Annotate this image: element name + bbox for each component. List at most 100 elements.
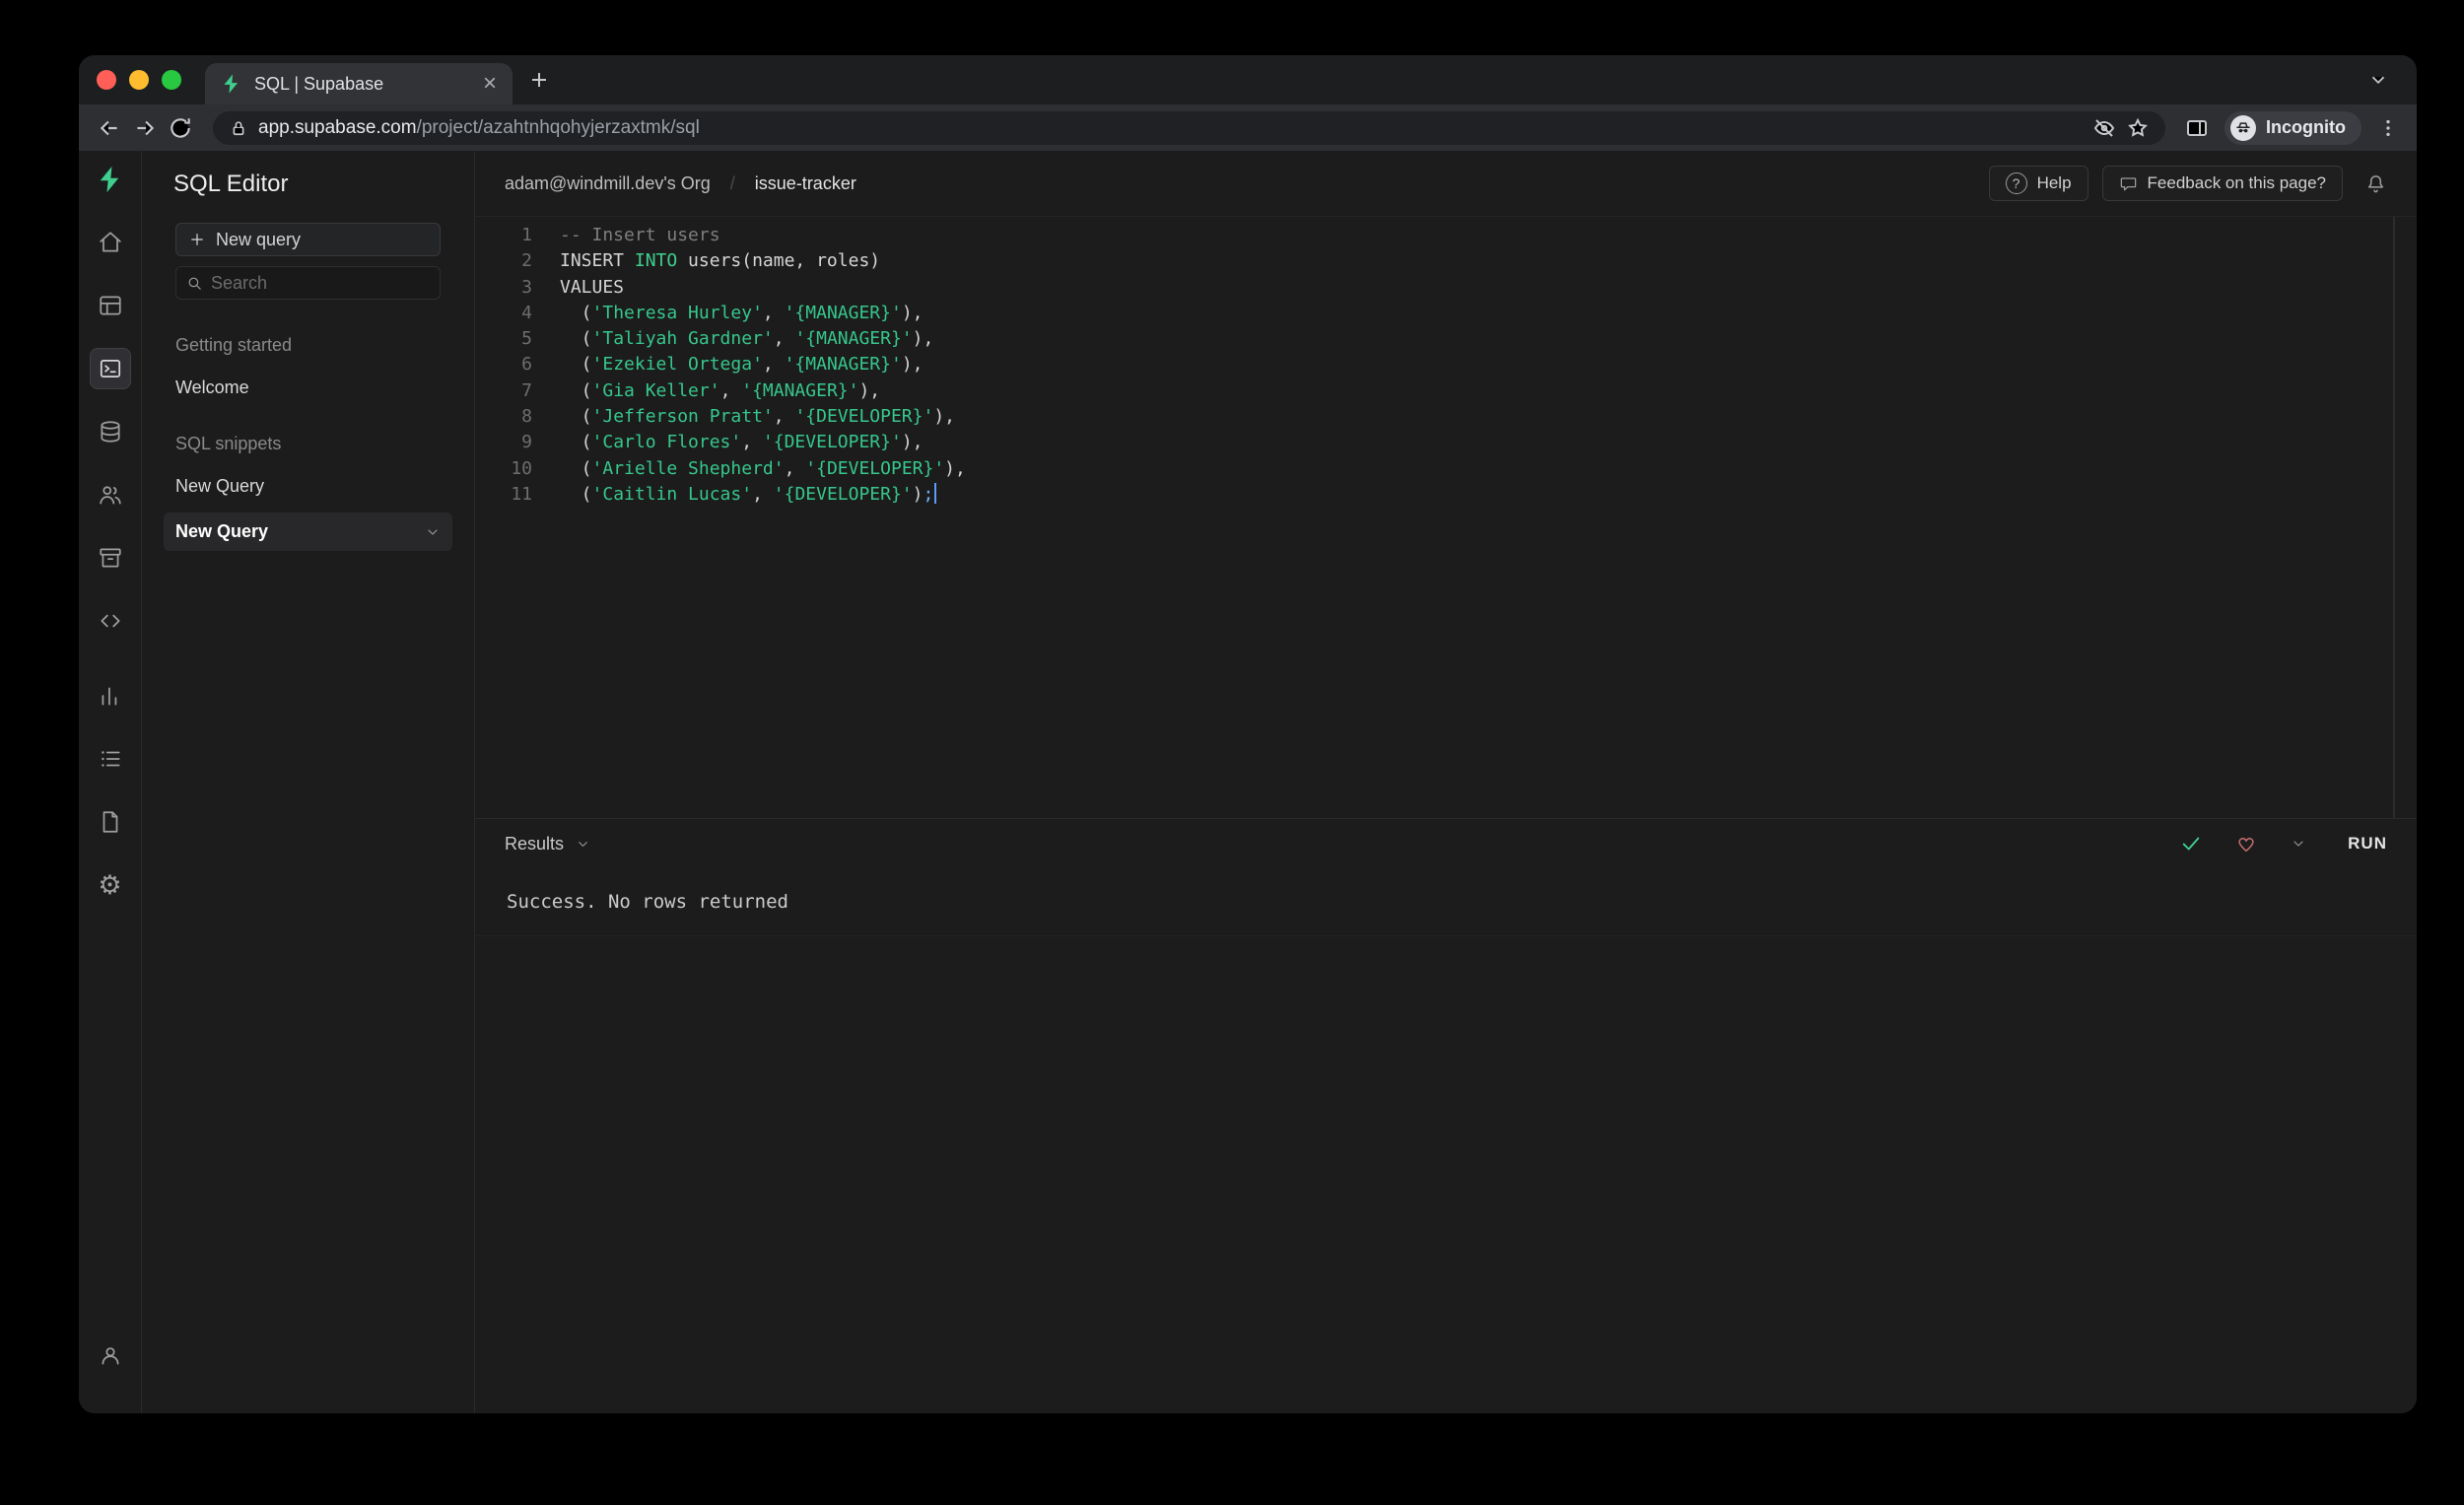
side-panel-icon[interactable]: [2185, 116, 2209, 140]
code-line-10[interactable]: 10 ('Arielle Shepherd', '{DEVELOPER}'),: [475, 456, 2417, 482]
home-icon[interactable]: [90, 222, 131, 263]
code-line-5[interactable]: 5 ('Taliyah Gardner', '{MANAGER}'),: [475, 326, 2417, 352]
table-editor-icon[interactable]: [90, 285, 131, 326]
close-window-button[interactable]: [97, 70, 116, 90]
tab-search-chevron-icon[interactable]: [2367, 69, 2389, 91]
toolbar-right: Incognito: [2185, 110, 2399, 145]
help-icon: ?: [2005, 172, 2027, 194]
new-tab-button[interactable]: [527, 68, 551, 92]
incognito-badge[interactable]: Incognito: [2224, 110, 2361, 145]
bookmark-star-icon[interactable]: [2126, 116, 2150, 140]
docs-icon[interactable]: [90, 801, 131, 843]
url-path: /project/azahtnhqohyjerzaxtmk/sql: [416, 116, 700, 138]
line-number: 4: [521, 302, 532, 323]
section-label-getting-started: Getting started: [175, 335, 293, 355]
browser-tab[interactable]: SQL | Supabase ×: [205, 63, 513, 104]
results-actions: RUN: [2180, 833, 2387, 855]
code-lines[interactable]: 1 -- Insert users 2 INSERT INTO users(name,…: [475, 223, 2417, 508]
sql-editor-icon[interactable]: [89, 348, 131, 389]
line-number: 6: [521, 354, 532, 376]
settings-gear-icon[interactable]: ⚙: [90, 864, 131, 906]
search-icon: [186, 275, 203, 292]
edge-functions-icon[interactable]: [90, 600, 131, 642]
line-number: 7: [521, 379, 532, 401]
results-bar: Results RUN: [475, 818, 2417, 868]
feedback-button[interactable]: Feedback on this page?: [2101, 166, 2343, 201]
feedback-bubble-icon: [2119, 174, 2138, 193]
storage-icon[interactable]: [90, 537, 131, 579]
code-line-11[interactable]: 11 ('Caitlin Lucas', '{DEVELOPER}');: [475, 482, 2417, 508]
line-number: 1: [521, 225, 532, 245]
supabase-app: ⚙ SQL Editor New query Gettin: [79, 151, 2417, 1413]
browser-window: SQL | Supabase × app.supabase.com/projec…: [79, 55, 2417, 1413]
incognito-icon: [2230, 114, 2257, 141]
new-query-button-label: New query: [216, 229, 302, 249]
text-cursor: [934, 482, 937, 504]
help-button[interactable]: ? Help: [1988, 166, 2088, 201]
code-line-3[interactable]: 3 VALUES: [475, 275, 2417, 301]
sql-code-editor[interactable]: 1 -- Insert users 2 INSERT INTO users(name,…: [475, 217, 2417, 818]
code-line-8[interactable]: 8 ('Jefferson Pratt', '{DEVELOPER}'),: [475, 404, 2417, 430]
search-box[interactable]: [175, 266, 441, 300]
line-number: 3: [521, 276, 532, 298]
query-result-message: Success. No rows returned: [475, 868, 2417, 936]
sidebar-item-welcome[interactable]: Welcome: [175, 377, 441, 398]
notifications-bell-icon[interactable]: [2364, 172, 2387, 195]
results-tab[interactable]: Results: [505, 834, 590, 855]
new-query-button[interactable]: New query: [175, 223, 441, 256]
breadcrumb-org[interactable]: adam@windmill.dev's Org: [505, 173, 711, 194]
minimize-window-button[interactable]: [129, 70, 149, 90]
fullscreen-window-button[interactable]: [162, 70, 181, 90]
lock-icon: [229, 118, 248, 138]
database-icon[interactable]: [90, 411, 131, 452]
help-label: Help: [2036, 173, 2072, 192]
favorite-heart-icon[interactable]: [2235, 833, 2257, 855]
search-input[interactable]: [211, 272, 430, 294]
url-text: app.supabase.com/project/azahtnhqohyjerz…: [258, 117, 700, 139]
code-line-6[interactable]: 6 ('Ezekiel Ortega', '{MANAGER}'),: [475, 352, 2417, 377]
logs-icon[interactable]: [90, 738, 131, 780]
editor-scrollbar[interactable]: [2393, 217, 2395, 818]
main-panel: adam@windmill.dev's Org / issue-tracker …: [475, 151, 2417, 1413]
cookies-blocked-eye-icon[interactable]: [2092, 116, 2116, 140]
code-line-7[interactable]: 7 ('Gia Keller', '{MANAGER}'),: [475, 378, 2417, 404]
code-line-9[interactable]: 9 ('Carlo Flores', '{DEVELOPER}'),: [475, 430, 2417, 455]
reload-button[interactable]: [168, 115, 193, 141]
supabase-favicon: [221, 73, 242, 95]
address-bar[interactable]: app.supabase.com/project/azahtnhqohyjerz…: [213, 110, 2166, 145]
nav-rail: ⚙: [79, 151, 142, 1413]
traffic-lights: [97, 70, 181, 90]
tab-close-icon[interactable]: ×: [483, 72, 497, 96]
results-chevron-icon: [579, 841, 587, 847]
code-line-4[interactable]: 4 ('Theresa Hurley', '{MANAGER}'),: [475, 301, 2417, 326]
browser-menu-kebab-icon[interactable]: [2377, 117, 2399, 139]
success-check-icon: [2180, 833, 2202, 855]
tab-title: SQL | Supabase: [254, 73, 384, 94]
code-line-2[interactable]: 2 INSERT INTO users(name, roles): [475, 248, 2417, 274]
header-actions: ? Help Feedback on this page?: [1988, 166, 2387, 201]
breadcrumb: adam@windmill.dev's Org / issue-tracker: [505, 173, 856, 194]
reports-icon[interactable]: [90, 675, 131, 717]
account-avatar-icon[interactable]: [90, 1334, 131, 1376]
empty-area: [475, 936, 2417, 1413]
line-number: 9: [521, 432, 532, 453]
browser-toolbar: app.supabase.com/project/azahtnhqohyjerz…: [79, 104, 2417, 151]
sidebar-item-new-query-1[interactable]: New Query: [175, 476, 441, 497]
page-title: SQL Editor: [173, 170, 289, 197]
active-snippet-label: New Query: [175, 521, 269, 541]
auth-users-icon[interactable]: [90, 474, 131, 515]
run-button[interactable]: RUN: [2348, 834, 2387, 854]
back-button[interactable]: [97, 115, 122, 141]
code-line-1[interactable]: 1 -- Insert users: [475, 223, 2417, 248]
run-options-chevron-icon[interactable]: [2291, 836, 2306, 852]
breadcrumb-project[interactable]: issue-tracker: [755, 173, 856, 194]
breadcrumb-separator: /: [729, 172, 735, 193]
forward-button[interactable]: [132, 115, 158, 141]
supabase-logo-icon[interactable]: [96, 165, 125, 194]
sidebar-item-new-query-active[interactable]: New Query: [164, 513, 452, 551]
line-number: 10: [511, 457, 532, 479]
line-number: 5: [521, 328, 532, 350]
line-number: 11: [511, 483, 532, 505]
incognito-label: Incognito: [2266, 117, 2346, 137]
chevron-down-icon: [428, 528, 438, 535]
